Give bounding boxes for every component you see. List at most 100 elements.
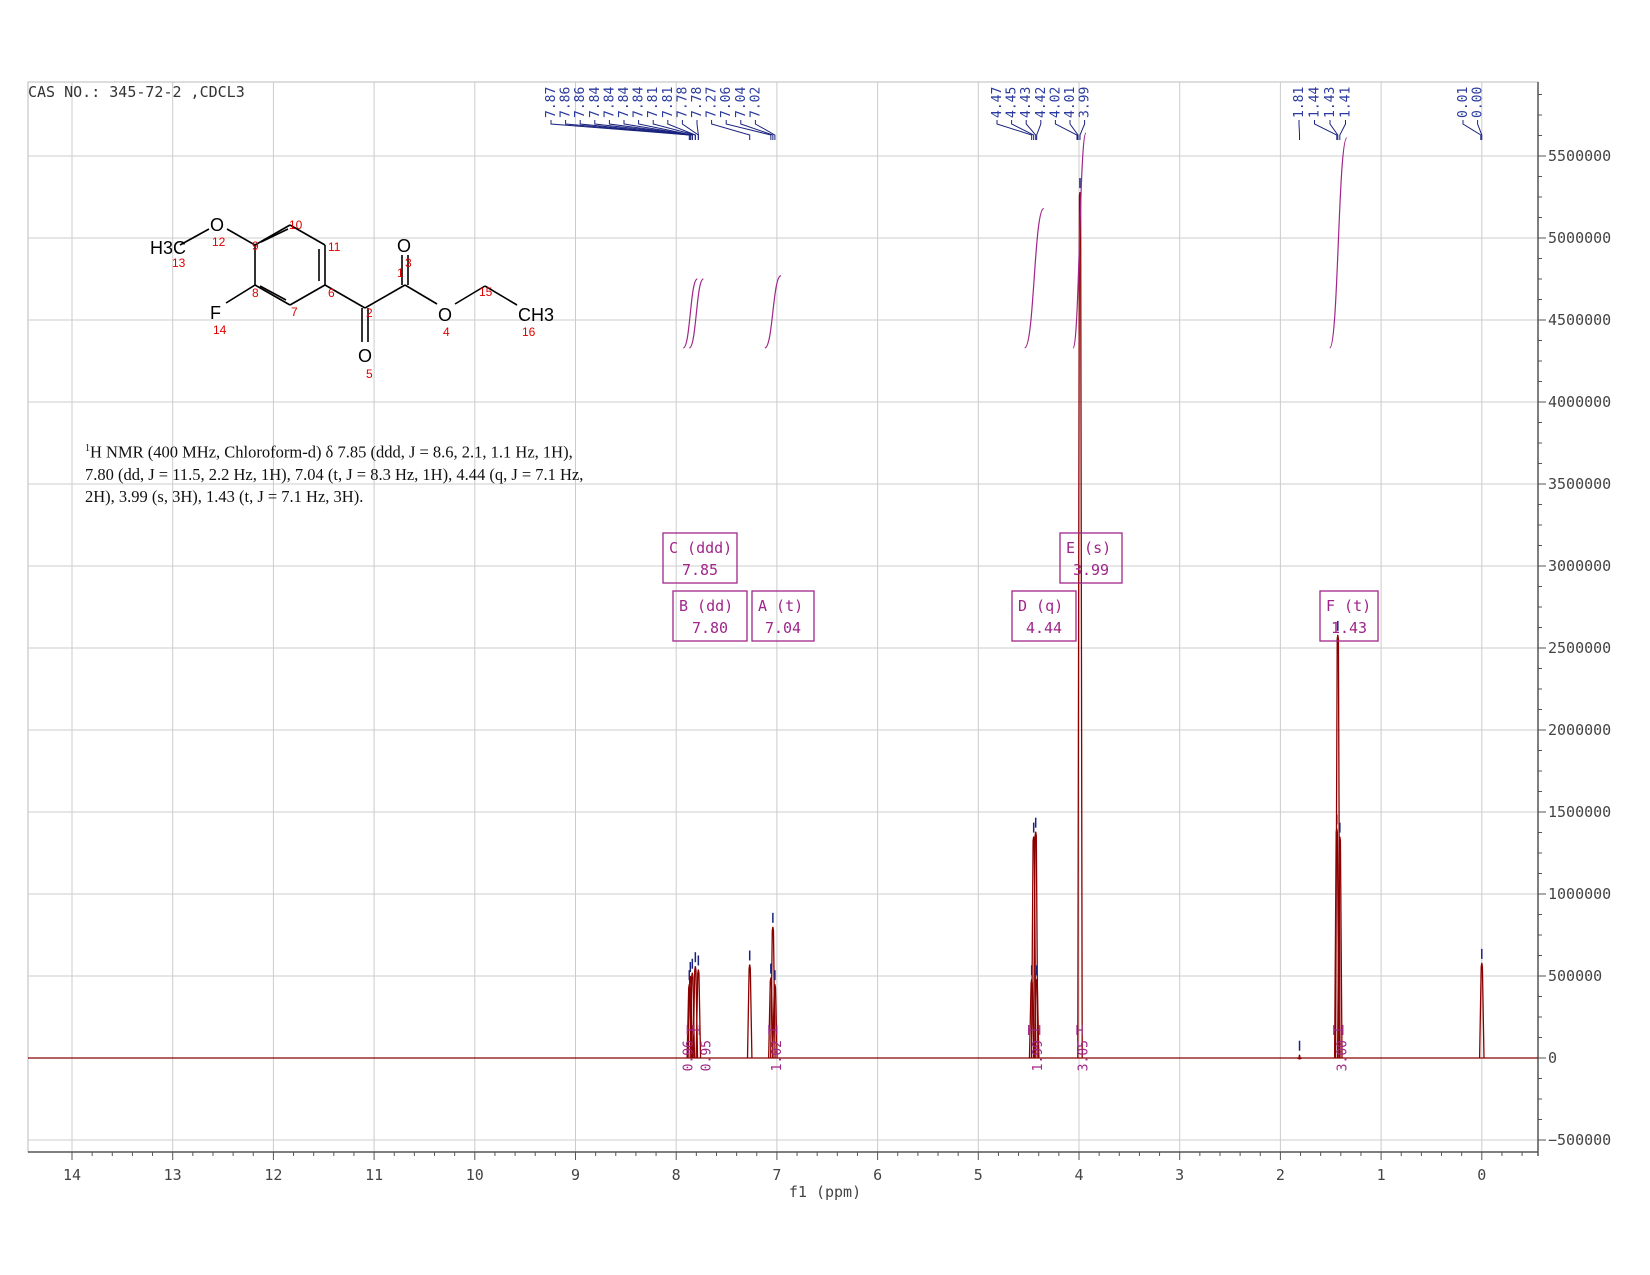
nmr-line-1-text: H NMR (400 MHz, Chloroform-d) δ 7.85 (dd… <box>90 442 573 462</box>
peak-shift-label: 7.78 <box>690 87 705 118</box>
peak-shift-connector <box>565 120 691 140</box>
atom-number: 12 <box>212 235 226 249</box>
integral-value: 3.00 <box>1335 1040 1350 1071</box>
atom-o-ester: O <box>438 305 452 325</box>
atom-o-ketone: O <box>358 346 372 366</box>
peak-shift-connector <box>711 120 751 140</box>
nmr-description-line-1: 1H NMR (400 MHz, Chloroform-d) δ 7.85 (d… <box>85 438 645 464</box>
atom-number: 13 <box>172 256 186 270</box>
peak-shift-label: 0.01 <box>1456 87 1471 118</box>
peak-shift-label: 7.84 <box>588 87 603 118</box>
y-tick-label: 3000000 <box>1548 557 1611 575</box>
x-tick-label: 5 <box>974 1166 983 1184</box>
peak-shift-connector <box>579 120 691 140</box>
x-tick-label: 11 <box>365 1166 383 1184</box>
multiplet-layer: C (ddd) 7.85 B (dd) 7.80 A (t) 7.04 D (q) 4.44 E… <box>662 532 1379 642</box>
peak-shift-label: 1.44 <box>1308 87 1323 118</box>
multiplet-shift: 4.44 <box>1026 619 1062 637</box>
atom-number: 11 <box>328 240 341 254</box>
multiplet-name: B (dd) <box>679 597 733 615</box>
x-tick-label: 13 <box>164 1166 182 1184</box>
atom-fluorine: F <box>210 303 221 323</box>
x-tick-label: 9 <box>571 1166 580 1184</box>
cas-number-label: CAS NO.: 345-72-2 ,CDCL3 <box>28 83 245 101</box>
multiplet-name: E (s) <box>1066 539 1111 557</box>
peak-shift-label: 7.84 <box>602 87 617 118</box>
y-tick-label: 2000000 <box>1548 721 1611 739</box>
y-tick-label: 5500000 <box>1548 147 1611 165</box>
peak-shift-connector <box>740 120 774 140</box>
multiplet-shift: 3.99 <box>1073 561 1109 579</box>
spectrum-peak <box>1077 191 1083 1059</box>
x-tick-label: 3 <box>1175 1166 1184 1184</box>
y-tick-label: 1000000 <box>1548 885 1611 903</box>
peak-shift-label: 4.45 <box>1005 87 1020 118</box>
multiplet-name: A (t) <box>758 597 803 615</box>
integral-curve <box>682 278 698 349</box>
multiplet-name: F (t) <box>1326 597 1371 615</box>
atom-number: 10 <box>289 218 303 232</box>
peak-shift-connector <box>696 120 699 140</box>
atom-number: 16 <box>522 325 536 339</box>
peak-shift-connector <box>1314 120 1338 140</box>
peak-shift-label: 7.27 <box>705 87 720 118</box>
peak-shift-label: 4.43 <box>1019 87 1034 118</box>
y-tick-label: 4000000 <box>1548 393 1611 411</box>
nmr-spectrum-chart: 14 13 12 11 10 9 8 7 6 5 4 3 2 1 055000005000000450000… <box>27 81 1611 1184</box>
y-tick-label: 4500000 <box>1548 311 1611 329</box>
x-tick-label: 4 <box>1074 1166 1083 1184</box>
multiplet-name: C (ddd) <box>669 539 732 557</box>
atom-number: 4 <box>443 325 450 339</box>
peak-shift-connector <box>1036 120 1042 140</box>
x-tick-label: 14 <box>63 1166 81 1184</box>
nmr-description-line-2: 7.80 (dd, J = 11.5, 2.2 Hz, 1H), 7.04 (t… <box>85 464 584 484</box>
multiplet-shift: 7.04 <box>765 619 801 637</box>
y-tick-label: 0 <box>1548 1049 1557 1067</box>
axes-layer: 14 13 12 11 10 9 8 7 6 5 4 3 2 1 055000005000000450000… <box>28 82 1611 1184</box>
atom-number: 9 <box>252 239 259 253</box>
integral-value: 1.02 <box>770 1040 785 1071</box>
atom-number: 5 <box>366 367 373 381</box>
multiplet-shift: 7.80 <box>692 619 728 637</box>
peak-label-layer: 7.87 7.86 7.86 7.84 7.84 7.84 7.84 7.81 7.81 7.78… <box>544 87 1486 140</box>
peak-shift-label: 7.86 <box>559 87 574 118</box>
integral-value: 3.05 <box>1077 1040 1092 1071</box>
peak-shift-label: 4.47 <box>990 87 1005 118</box>
integral-value: 1.99 <box>1031 1040 1046 1071</box>
x-tick-label: 0 <box>1477 1166 1486 1184</box>
peak-shift-connector <box>1298 120 1301 140</box>
atom-ch3-ethyl: CH3 <box>518 305 554 325</box>
x-tick-label: 1 <box>1377 1166 1386 1184</box>
multiplet-shift: 1.43 <box>1331 619 1367 637</box>
integral-value: 0.96 <box>681 1040 696 1071</box>
spectrum-peak <box>1297 1054 1302 1060</box>
atom-number: 8 <box>252 286 259 300</box>
peak-shift-label: 4.02 <box>1048 87 1063 118</box>
molecule-structure: O H3C F O O O CH3 1 2 3 4 5 6 7 8 9 10 1… <box>150 215 554 381</box>
peak-shift-label: 1.43 <box>1323 87 1338 118</box>
peak-shift-label: 4.01 <box>1063 87 1078 118</box>
peak-shift-label: 1.41 <box>1339 87 1354 118</box>
x-tick-label: 10 <box>466 1166 484 1184</box>
x-axis-label: f1 (ppm) <box>788 1183 862 1201</box>
atom-number: 7 <box>291 305 298 319</box>
atom-number: 15 <box>479 285 493 299</box>
peak-shift-label: 7.81 <box>661 87 676 118</box>
integral-value: 0.95 <box>699 1040 714 1071</box>
peak-shift-label: 7.84 <box>617 87 632 118</box>
integral-curve <box>1329 137 1348 349</box>
atom-number: 3 <box>405 256 412 270</box>
y-tick-label: 1500000 <box>1548 803 1611 821</box>
spectrum-peak <box>746 964 753 1059</box>
peak-shift-connector <box>1079 120 1086 140</box>
x-tick-label: 6 <box>873 1166 882 1184</box>
y-tick-label: 3500000 <box>1548 475 1611 493</box>
integral-curve <box>688 278 704 349</box>
atom-number: 2 <box>366 306 373 320</box>
nmr-description-line-3: 2H), 3.99 (s, 3H), 1.43 (t, J = 7.1 Hz, … <box>85 486 364 506</box>
x-tick-label: 8 <box>672 1166 681 1184</box>
peak-shift-label: 7.04 <box>734 87 749 118</box>
multiplet-shift: 7.85 <box>682 561 718 579</box>
peak-shift-label: 7.02 <box>748 87 763 118</box>
peak-shift-label: 7.84 <box>632 87 647 118</box>
